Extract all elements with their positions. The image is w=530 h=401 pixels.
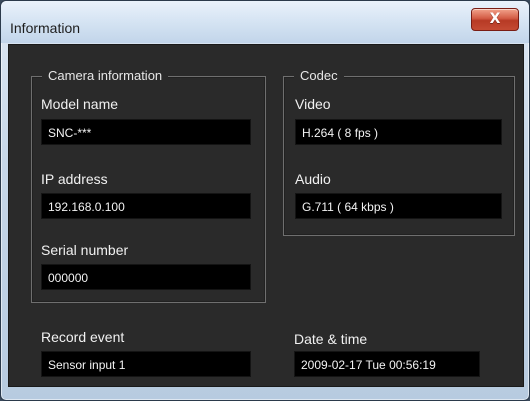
ip-address-label: IP address <box>41 171 108 187</box>
video-label: Video <box>295 96 331 112</box>
model-name-value: SNC-*** <box>48 126 92 140</box>
record-event-field: Sensor input 1 <box>41 351 251 377</box>
record-event-value: Sensor input 1 <box>48 358 126 372</box>
ip-address-value: 192.168.0.100 <box>48 200 125 214</box>
model-name-field: SNC-*** <box>41 119 251 145</box>
video-value: H.264 ( 8 fps ) <box>302 126 379 140</box>
serial-number-field: 000000 <box>41 264 251 290</box>
date-time-field: 2009-02-17 Tue 00:56:19 <box>294 351 480 377</box>
audio-label: Audio <box>295 171 331 187</box>
date-time-label: Date & time <box>294 331 368 347</box>
model-name-label: Model name <box>41 96 119 112</box>
close-button[interactable]: X <box>471 8 519 31</box>
date-time-value: 2009-02-17 Tue 00:56:19 <box>301 358 436 372</box>
ip-address-field: 192.168.0.100 <box>41 193 251 219</box>
window-title: Information <box>10 20 81 36</box>
codec-legend: Codec <box>294 68 344 83</box>
information-panel: Camera information Model name SNC-*** IP… <box>8 44 524 387</box>
title-bar[interactable]: Information X <box>1 1 529 43</box>
video-field: H.264 ( 8 fps ) <box>295 119 502 145</box>
audio-value: G.711 ( 64 kbps ) <box>302 200 394 214</box>
camera-information-legend: Camera information <box>42 68 169 83</box>
serial-number-label: Serial number <box>41 242 129 258</box>
audio-field: G.711 ( 64 kbps ) <box>295 193 502 219</box>
information-window: Information X Camera information Model n… <box>0 0 530 401</box>
close-icon: X <box>489 11 501 27</box>
serial-number-value: 000000 <box>48 271 89 285</box>
record-event-label: Record event <box>41 329 125 345</box>
